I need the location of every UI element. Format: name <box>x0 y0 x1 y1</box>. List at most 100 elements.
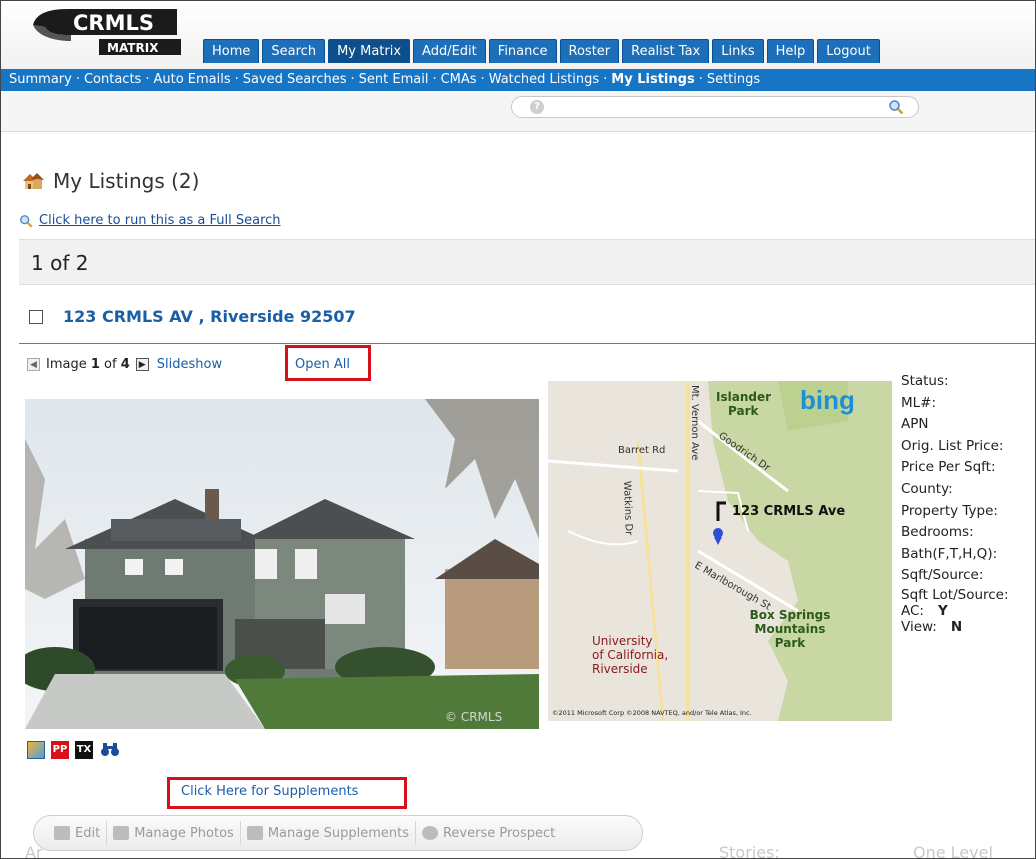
prop-status: Status: <box>901 373 949 389</box>
prop-ml-number: ML#: <box>901 394 937 411</box>
prop-property-type: Property Type: <box>901 502 998 519</box>
reverse-prospect-button[interactable]: Reverse Prospect <box>416 821 561 845</box>
quick-search-row: ? <box>1 91 1035 132</box>
subnav-cmas[interactable]: CMAs <box>441 72 477 87</box>
subnav-separator: · <box>145 72 150 87</box>
subnav-separator: · <box>603 72 608 87</box>
quick-search-input[interactable]: ? <box>511 96 919 118</box>
listing-divider <box>19 343 1035 344</box>
subnav-my-listings[interactable]: My Listings <box>611 72 694 87</box>
photos-icon <box>113 826 130 840</box>
sub-navigation: Summary · Contacts · Auto Emails · Saved Searc… <box>1 69 1035 91</box>
image-counter: Image 1 of 4 <box>46 357 130 372</box>
map-label-park: Park <box>728 404 759 418</box>
tab-finance[interactable]: Finance <box>488 39 557 63</box>
person-icon <box>421 826 438 840</box>
photo-watermark: © CRMLS <box>445 710 502 724</box>
map-label-islander: Islander <box>716 390 771 404</box>
subnav-watched-listings[interactable]: Watched Listings <box>489 72 599 87</box>
map-label-university: University <box>592 634 653 648</box>
manage-photos-button[interactable]: Manage Photos <box>107 821 241 845</box>
manage-photos-label: Manage Photos <box>134 825 234 841</box>
crmls-logo[interactable]: CRMLS MATRIX <box>27 5 187 59</box>
image-index: 1 <box>90 357 100 372</box>
subnav-separator: · <box>480 72 485 87</box>
full-search-link-text[interactable]: Click here to run this as a Full Search <box>39 213 281 228</box>
slideshow-link[interactable]: Slideshow <box>157 357 222 372</box>
result-counter: 1 of 2 <box>19 239 1035 285</box>
listing-checkbox[interactable] <box>29 309 43 324</box>
tab-realist-tax[interactable]: Realist Tax <box>622 39 710 63</box>
subnav-separator: · <box>432 72 437 87</box>
listing-action-toolbar: Edit Manage Photos Manage Supplements Re… <box>33 815 643 851</box>
subnav-auto-emails[interactable]: Auto Emails <box>153 72 230 87</box>
subnav-separator: · <box>75 72 80 87</box>
tab-links[interactable]: Links <box>712 39 764 63</box>
pp-icon[interactable]: PP <box>51 741 69 759</box>
manage-supplements-label: Manage Supplements <box>267 825 409 841</box>
prop-ac-label: AC: <box>901 602 924 619</box>
listing-header: 123 CRMLS AV , Riverside 92507 <box>29 307 356 326</box>
subnav-contacts[interactable]: Contacts <box>84 72 141 87</box>
image-controls: ◀ Image 1 of 4 ▶ Slideshow <box>27 357 222 372</box>
prop-apn: APN <box>901 416 929 433</box>
prop-view: View: N <box>901 619 1009 635</box>
faded-stories-label: Stories: <box>719 843 780 859</box>
prop-view-value: N <box>950 618 963 635</box>
subnav-separator: · <box>350 72 355 87</box>
tab-help[interactable]: Help <box>766 39 815 63</box>
map-label-of-california: of California, <box>592 648 668 662</box>
listing-address-link[interactable]: 123 CRMLS AV , Riverside 92507 <box>63 307 356 326</box>
edit-icon <box>54 826 70 840</box>
main-tabs: Home Search My Matrix Add/Edit Finance R… <box>203 39 883 63</box>
edit-button[interactable]: Edit <box>48 821 108 845</box>
tab-home[interactable]: Home <box>203 39 260 63</box>
map-label-park-2: Park <box>775 636 806 650</box>
listing-tools: PP TX <box>27 741 127 759</box>
bing-logo: bing <box>800 385 855 415</box>
tx-icon[interactable]: TX <box>75 741 93 759</box>
tab-add-edit[interactable]: Add/Edit <box>413 39 486 63</box>
prop-bedrooms: Bedrooms: <box>901 524 974 541</box>
map-label-riverside: Riverside <box>592 662 648 676</box>
supplements-link[interactable]: Click Here for Supplements <box>181 784 358 799</box>
subnav-sent-email[interactable]: Sent Email <box>359 72 429 87</box>
reverse-prospect-label: Reverse Prospect <box>442 825 556 841</box>
app-header: CRMLS MATRIX Home Search My Matrix Add/E… <box>1 1 1035 70</box>
browser-window: CRMLS MATRIX Home Search My Matrix Add/E… <box>0 0 1036 859</box>
prev-image-button[interactable]: ◀ <box>27 358 40 371</box>
image-word: Image <box>46 357 87 372</box>
prop-ac: AC: Y <box>901 603 1009 619</box>
help-icon[interactable]: ? <box>530 100 544 114</box>
subnav-settings[interactable]: Settings <box>707 72 760 87</box>
search-icon[interactable] <box>888 99 904 115</box>
faded-stories-value: One Level <box>913 843 993 859</box>
full-search-link[interactable]: Click here to run this as a Full Search <box>19 213 281 228</box>
edit-button-label: Edit <box>75 825 101 841</box>
map-copyright: ©2011 Microsoft Corp ©2008 NAVTEQ, and/o… <box>552 709 752 717</box>
tab-roster[interactable]: Roster <box>559 39 620 63</box>
subnav-saved-searches[interactable]: Saved Searches <box>243 72 347 87</box>
folder-icon <box>246 826 263 840</box>
open-all-link[interactable]: Open All <box>295 357 350 372</box>
photo-icon[interactable] <box>27 741 45 759</box>
map-label-box-springs: Box Springs <box>750 608 831 622</box>
prop-orig-list-price: Orig. List Price: <box>901 437 1004 454</box>
next-image-button[interactable]: ▶ <box>135 358 149 371</box>
manage-supplements-button[interactable]: Manage Supplements <box>241 821 416 845</box>
location-map[interactable]: Islander Park bing Mt. Vernon Ave Barret… <box>548 381 892 721</box>
subnav-summary[interactable]: Summary <box>9 72 72 87</box>
map-label-watkins: Watkins Dr <box>621 481 634 537</box>
house-icon <box>23 173 44 189</box>
image-of: of <box>104 357 117 372</box>
tab-logout[interactable]: Logout <box>817 39 880 63</box>
map-label-pin: 123 CRMLS Ave <box>732 504 845 519</box>
tab-my-matrix[interactable]: My Matrix <box>328 39 411 63</box>
search-icon <box>20 214 33 227</box>
listing-photo[interactable]: © CRMLS <box>25 399 539 729</box>
image-total: 4 <box>120 357 130 372</box>
page-title: My Listings (2) <box>21 169 199 193</box>
prop-view-label: View: <box>901 618 937 635</box>
tab-search[interactable]: Search <box>262 39 326 63</box>
binoculars-icon[interactable] <box>99 741 121 759</box>
